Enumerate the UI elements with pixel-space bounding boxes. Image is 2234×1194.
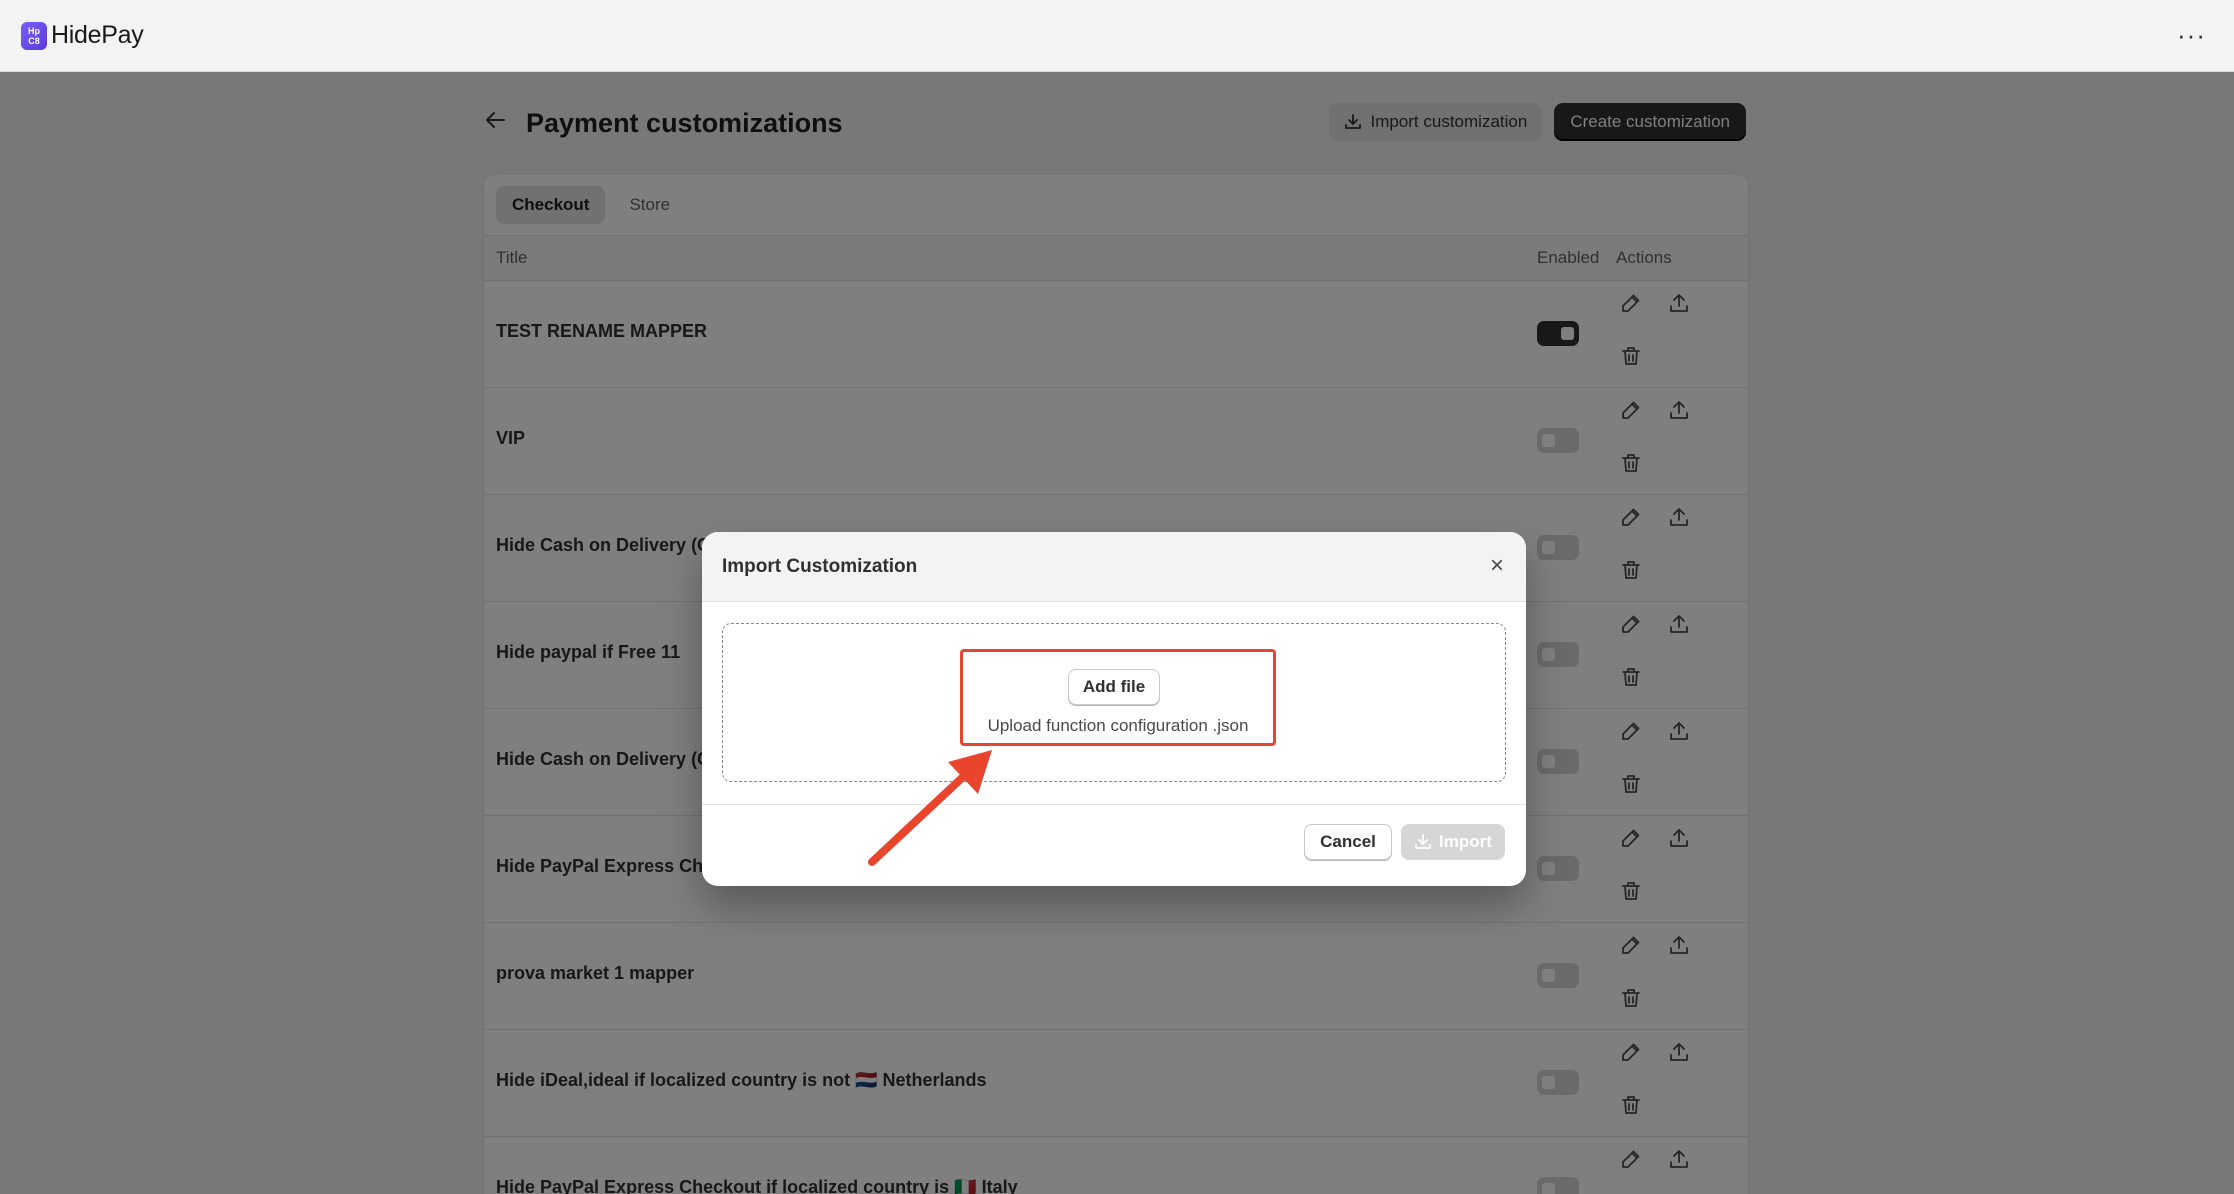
upload-hint-text: Upload function configuration .json (987, 716, 1249, 735)
modal-footer: Cancel Import (702, 804, 1526, 886)
app-logo-text-top: Hp (28, 25, 40, 36)
modal-title: Import Customization (722, 555, 918, 577)
app-name: HidePay (51, 21, 144, 49)
annotation-arrow-icon (868, 750, 992, 866)
import-button-label: Import (1439, 832, 1492, 851)
import-button[interactable]: Import (1401, 824, 1505, 860)
download-icon (1415, 834, 1431, 849)
cancel-button[interactable]: Cancel (1304, 824, 1392, 860)
add-file-button[interactable]: Add file (1068, 669, 1160, 705)
modal-header: Import Customization × (702, 532, 1526, 602)
more-options-icon[interactable]: ··· (2177, 22, 2206, 48)
app-topbar: Hp C8 HidePay ··· (0, 0, 2234, 72)
app-logo-text-bottom: C8 (28, 35, 40, 46)
close-icon[interactable]: × (1490, 554, 1504, 578)
app-logo: Hp C8 (21, 21, 47, 50)
